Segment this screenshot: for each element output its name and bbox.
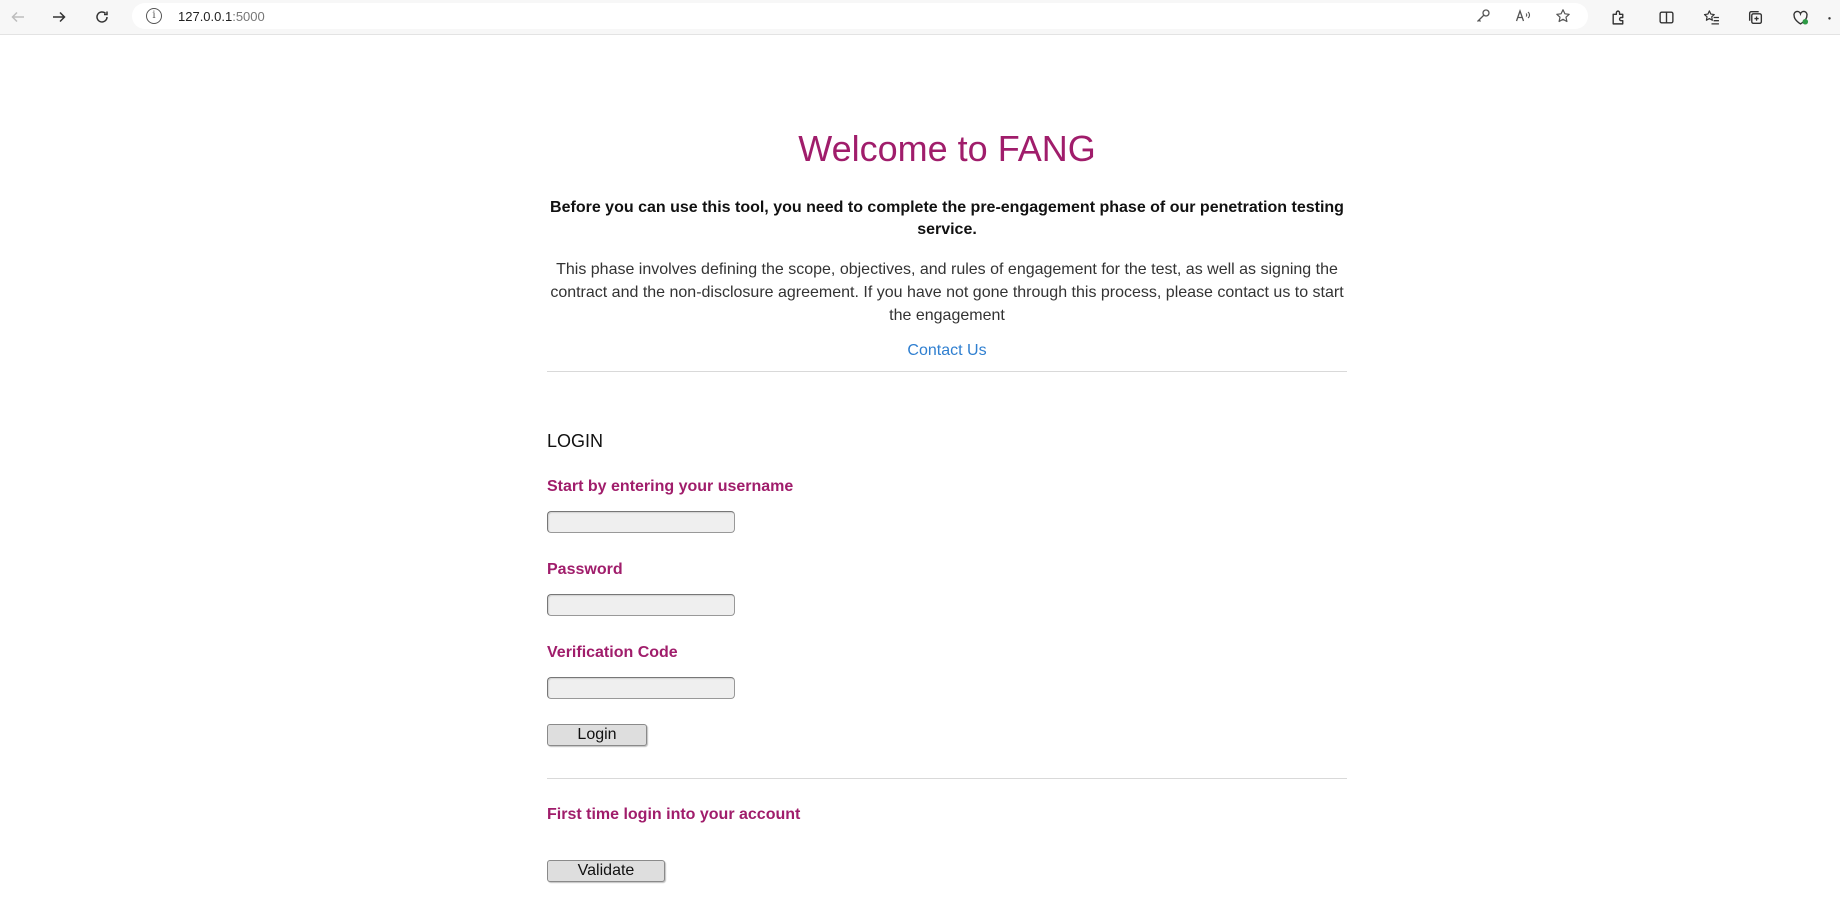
username-input[interactable] bbox=[547, 511, 735, 533]
url-text: 127.0.0.1:5000 bbox=[178, 8, 265, 24]
first-time-login-label: First time login into your account bbox=[547, 806, 801, 823]
info-icon[interactable]: i bbox=[146, 8, 162, 24]
login-heading: LOGIN bbox=[547, 431, 604, 451]
password-input[interactable] bbox=[547, 594, 735, 616]
password-label: Password bbox=[547, 561, 623, 578]
verification-code-label: Verification Code bbox=[547, 644, 678, 661]
split-screen-icon[interactable] bbox=[1655, 6, 1677, 28]
collections-icon[interactable] bbox=[1744, 6, 1766, 28]
key-icon[interactable] bbox=[1474, 7, 1492, 25]
validate-button[interactable]: Validate bbox=[547, 860, 665, 882]
read-aloud-icon[interactable] bbox=[1514, 7, 1532, 25]
contact-us-link[interactable]: Contact Us bbox=[547, 342, 1347, 360]
page-title: Welcome to FANG bbox=[798, 128, 1096, 169]
divider bbox=[547, 778, 1347, 779]
favorites-icon[interactable] bbox=[1700, 6, 1722, 28]
back-icon[interactable] bbox=[6, 5, 30, 29]
verification-code-input[interactable] bbox=[547, 677, 735, 699]
login-button[interactable]: Login bbox=[547, 724, 647, 746]
divider bbox=[547, 371, 1347, 372]
forward-icon[interactable] bbox=[47, 5, 71, 29]
refresh-icon[interactable] bbox=[90, 5, 114, 29]
browser-toolbar: i 127.0.0.1:5000 bbox=[0, 0, 1840, 35]
intro-subtitle: Before you can use this tool, you need t… bbox=[550, 199, 1344, 238]
browser-essentials-icon[interactable] bbox=[1789, 6, 1811, 28]
more-icon[interactable] bbox=[1826, 6, 1840, 28]
intro-description: This phase involves defining the scope, … bbox=[550, 261, 1344, 324]
extensions-icon[interactable] bbox=[1607, 6, 1629, 28]
favorite-star-icon[interactable] bbox=[1554, 7, 1572, 25]
address-bar[interactable]: i 127.0.0.1:5000 bbox=[132, 3, 1588, 29]
username-label: Start by entering your username bbox=[547, 478, 794, 495]
